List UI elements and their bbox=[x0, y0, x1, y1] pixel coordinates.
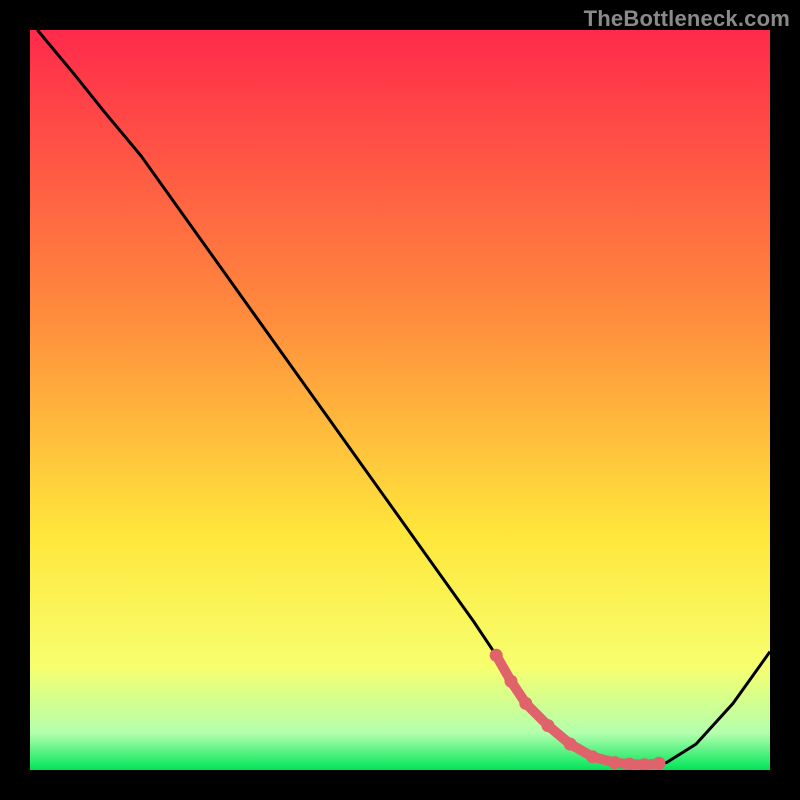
watermark-text: TheBottleneck.com bbox=[584, 6, 790, 32]
optimal-marker-dot bbox=[623, 758, 636, 770]
optimal-marker-dot bbox=[564, 738, 577, 751]
optimal-marker-dot bbox=[490, 649, 503, 662]
optimal-marker-dot bbox=[586, 750, 599, 763]
optimal-marker-dot bbox=[542, 719, 555, 732]
gradient-background bbox=[30, 30, 770, 770]
optimal-marker-dot bbox=[505, 675, 518, 688]
chart-svg bbox=[30, 30, 770, 770]
optimal-marker-dot bbox=[653, 757, 666, 770]
optimal-marker-dot bbox=[608, 756, 621, 769]
optimal-marker-dot bbox=[519, 697, 532, 710]
chart-frame: TheBottleneck.com bbox=[0, 0, 800, 800]
plot-area bbox=[30, 30, 770, 770]
